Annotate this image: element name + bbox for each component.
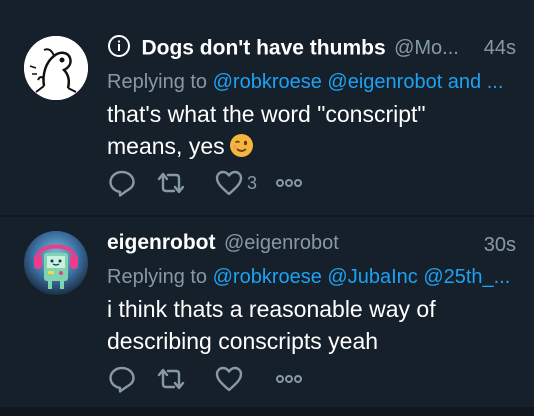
replying-mentions[interactable]: @robkroese @JubaInc @25th_... [213,266,511,288]
more-button[interactable] [275,372,303,386]
retweet-button[interactable] [155,168,215,198]
divider [0,407,534,416]
wink-emoji-icon [229,133,254,158]
like-button[interactable]: 3 [215,170,275,196]
display-name[interactable]: eigenrobot [107,231,216,254]
retweet-icon [157,172,185,194]
more-button[interactable] [275,176,303,190]
replying-to: Replying to @robkroese @JubaInc @25th_..… [107,266,518,289]
reply-icon [109,366,135,393]
tweet-actions [107,364,303,394]
tweet[interactable]: eigenrobot @eigenrobot 30s Replying to @… [0,217,534,407]
tweet-text-line: i think thats a reasonable way of [107,296,436,322]
tweet-header: Dogs don't have thumbs @Mo... 44s [107,34,516,64]
avatar-robot-drawing [24,231,88,295]
more-icon [276,179,302,187]
like-button[interactable] [215,366,275,392]
reply-button[interactable] [107,168,155,198]
tweet-header: eigenrobot @eigenrobot 30s [107,231,516,261]
handle[interactable]: @Mo... [394,37,459,59]
tweet-text-line: that's what the word "conscript" [107,101,426,127]
tweet-text: i think thats a reasonable way of descri… [107,293,516,357]
tweet-text: that's what the word "conscript" means, … [107,98,516,162]
tweet-text-line: describing conscripts yeah [107,328,379,354]
timestamp[interactable]: 30s [484,234,516,257]
display-name[interactable]: Dogs don't have thumbs [141,37,385,60]
tweet-timeline: Dogs don't have thumbs @Mo... 44s Replyi… [0,0,534,416]
tweet[interactable]: Dogs don't have thumbs @Mo... 44s Replyi… [0,0,534,215]
tweet-text-line-2: means, yes [107,130,516,162]
replying-prefix: Replying to [107,266,208,288]
like-icon [215,366,243,392]
like-icon [215,170,243,196]
retweet-icon [157,368,185,390]
reply-button[interactable] [107,364,155,394]
handle[interactable]: @eigenrobot [224,232,339,254]
avatar[interactable] [24,36,88,100]
more-icon [276,375,302,383]
like-count: 3 [247,172,258,193]
tweet-text-line: means, yes [107,133,225,159]
replying-to: Replying to @robkroese @eigenrobot and .… [107,71,518,94]
tweet-actions: 3 [107,168,303,198]
reply-icon [109,170,135,197]
avatar-dog-drawing [24,36,88,100]
replying-mentions[interactable]: @robkroese @eigenrobot and ... [213,71,504,93]
info-icon [107,34,131,63]
avatar[interactable] [24,231,88,295]
replying-prefix: Replying to [107,71,208,93]
timestamp[interactable]: 44s [484,37,516,60]
retweet-button[interactable] [155,364,215,394]
